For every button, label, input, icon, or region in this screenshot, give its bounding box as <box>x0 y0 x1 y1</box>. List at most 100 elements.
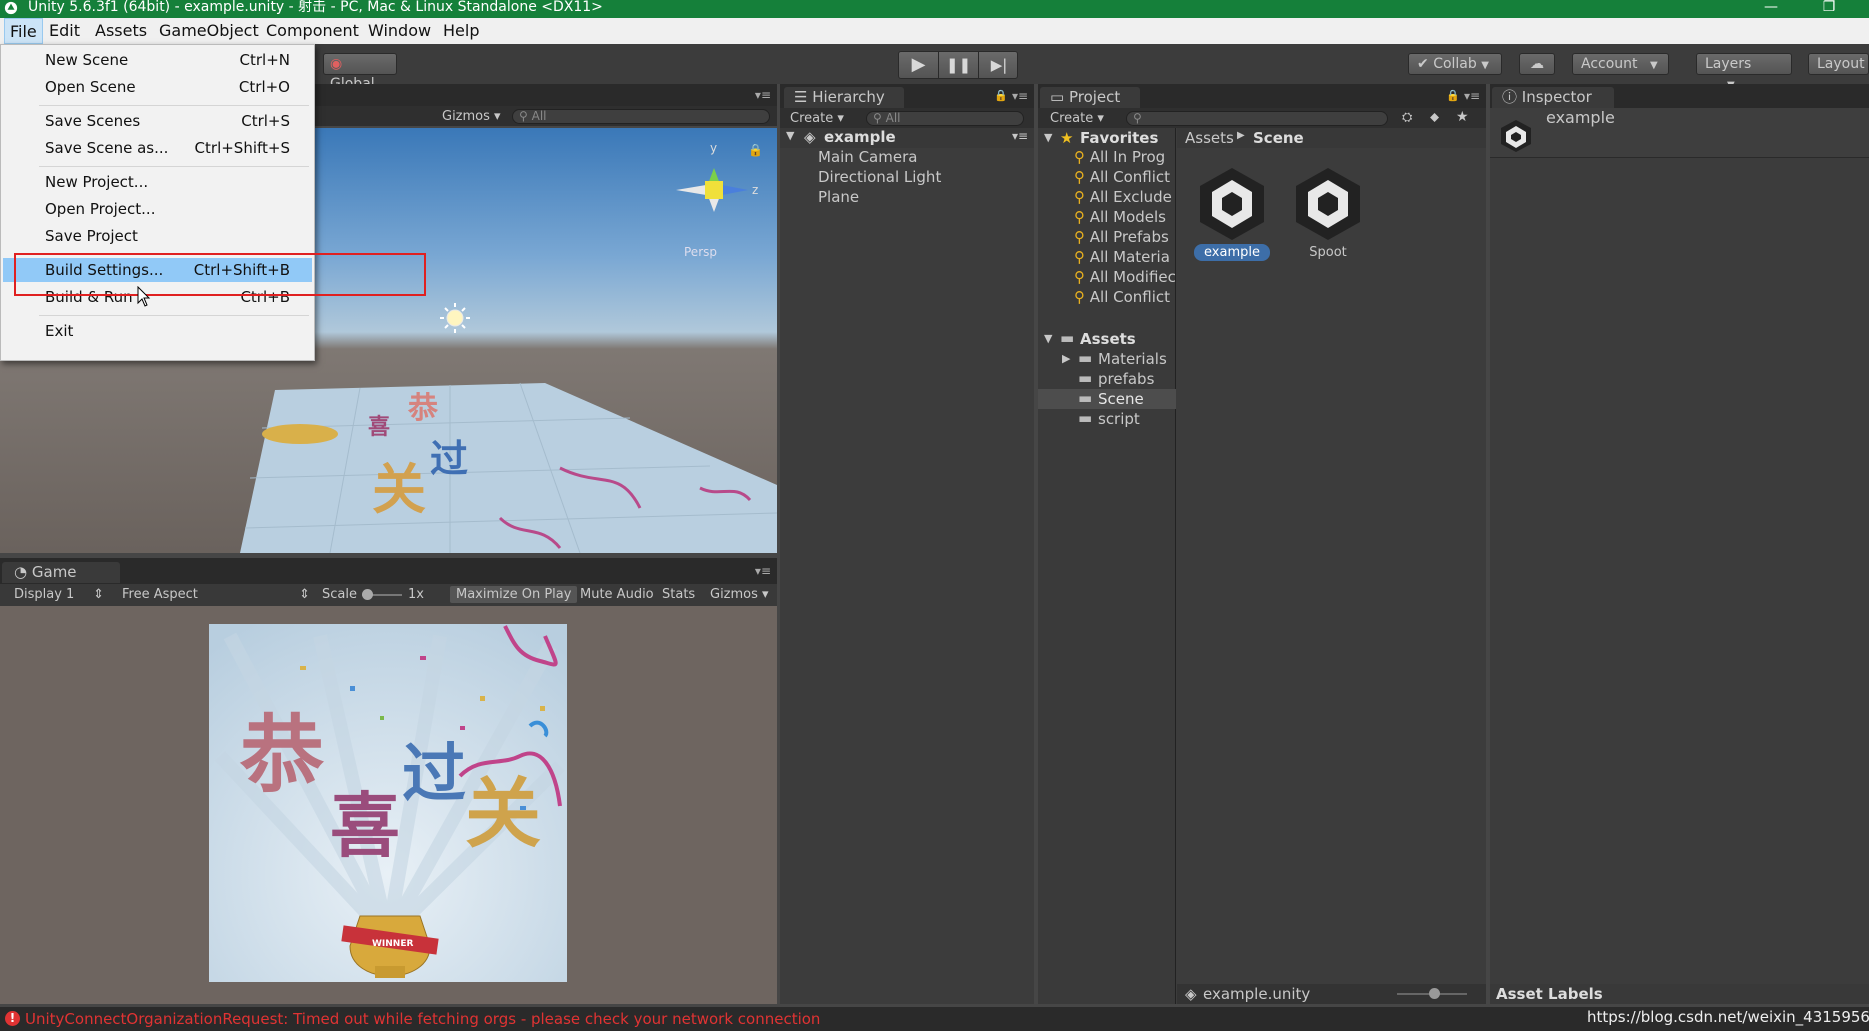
icon-size-slider-handle[interactable] <box>1429 988 1440 999</box>
stats-toggle[interactable]: Stats <box>656 586 701 603</box>
folder-prefabs[interactable]: prefabs <box>1098 370 1154 388</box>
asset-spoot[interactable]: Spoot <box>1286 162 1370 266</box>
scene-gizmos-dropdown[interactable]: Gizmos ▾ <box>436 108 507 125</box>
menu-assets[interactable]: Assets <box>90 18 152 44</box>
asset-labels-section: Asset Labels <box>1490 984 1869 1004</box>
folder-scene[interactable]: Scene <box>1098 390 1144 408</box>
menu-edit[interactable]: Edit <box>44 18 85 44</box>
filter-by-type-icon[interactable]: ⛭ <box>1402 110 1412 125</box>
breadcrumb-assets[interactable]: Assets <box>1185 129 1234 147</box>
favorite-item[interactable]: ⚲ All Modifiec <box>1074 268 1176 286</box>
error-icon: ! <box>5 1011 20 1026</box>
filter-by-label-icon[interactable]: ⬥ <box>1430 110 1439 125</box>
menu-file[interactable]: File <box>4 18 43 44</box>
tab-hierarchy[interactable]: ☰ Hierarchy <box>784 87 904 108</box>
scene-search-input[interactable]: ⚲ All <box>512 109 770 124</box>
menu-item-new-project[interactable]: New Project... <box>3 170 312 194</box>
hierarchy-scene-row[interactable]: ▼ ◈ example ▾≡ <box>780 128 1034 148</box>
favorite-item[interactable]: ⚲ All Conflict <box>1074 288 1170 306</box>
mute-audio-toggle[interactable]: Mute Audio <box>574 586 660 603</box>
favorite-item[interactable]: ⚲ All Exclude <box>1074 188 1172 206</box>
favorite-item[interactable]: ⚲ All Conflict <box>1074 168 1170 186</box>
folder-script[interactable]: script <box>1098 410 1140 428</box>
tab-project[interactable]: ▭ Project <box>1040 87 1140 108</box>
gizmo-z-label: z <box>752 183 758 197</box>
inspector-tab-label: Inspector <box>1521 88 1592 106</box>
pause-button[interactable]: ❚❚ <box>939 52 979 78</box>
menu-item-new-scene[interactable]: New Scene Ctrl+N <box>3 48 312 72</box>
panel-menu-icon[interactable]: ▾≡ <box>1464 89 1480 103</box>
menu-component[interactable]: Component <box>261 18 364 44</box>
tab-inspector[interactable]: ⓘ Inspector <box>1492 87 1614 108</box>
lock-icon[interactable]: 🔒 <box>748 143 763 157</box>
panel-menu-icon[interactable]: ▾≡ <box>1012 89 1028 103</box>
expand-arrow-icon[interactable]: ▼ <box>786 129 794 142</box>
menu-gameobject[interactable]: GameObject <box>154 18 264 44</box>
minimize-button[interactable]: — <box>1748 0 1794 16</box>
status-error-message: UnityConnectOrganizationRequest: Timed o… <box>25 1010 821 1028</box>
favorite-item[interactable]: ⚲ All Materia <box>1074 248 1170 266</box>
lock-icon[interactable]: 🔒 <box>1446 89 1460 102</box>
search-icon: ⚲ <box>1074 208 1085 226</box>
folder-materials[interactable]: Materials <box>1098 350 1167 368</box>
expand-arrow-icon[interactable]: ▼ <box>1044 332 1052 345</box>
project-search-input[interactable]: ⚲ <box>1126 111 1388 126</box>
hierarchy-search-input[interactable]: ⚲ All <box>866 111 1024 126</box>
maximize-button[interactable]: ❐ <box>1806 0 1852 16</box>
lock-icon[interactable]: 🔒 <box>994 89 1008 102</box>
game-render: 恭 喜 过 关 WINNER <box>209 624 567 982</box>
persp-label[interactable]: Persp <box>684 245 717 259</box>
layout-dropdown[interactable]: Layout <box>1808 53 1869 75</box>
game-gizmos-dropdown[interactable]: Gizmos ▾ <box>704 586 775 603</box>
display-dropdown[interactable]: Display 1 ⇕ <box>8 586 108 603</box>
maximize-on-play-toggle[interactable]: Maximize On Play <box>450 586 578 603</box>
shortcut: Ctrl+Shift+S <box>194 139 290 157</box>
breadcrumb-scene[interactable]: Scene <box>1253 129 1304 147</box>
assets-label[interactable]: Assets <box>1080 330 1136 348</box>
cloud-button[interactable]: ☁ <box>1519 53 1555 75</box>
aspect-dropdown[interactable]: Free Aspect ⇕ <box>116 586 314 603</box>
label: New Scene <box>45 51 129 69</box>
favorites-label[interactable]: Favorites <box>1080 129 1158 147</box>
info-icon: ⓘ <box>1502 88 1518 106</box>
layers-dropdown[interactable]: Layers ▼ <box>1696 53 1792 91</box>
menu-item-exit[interactable]: Exit <box>3 319 312 343</box>
game-viewport[interactable]: 恭 喜 过 关 WINNER <box>0 606 777 1004</box>
scene-menu-icon[interactable]: ▾≡ <box>1012 129 1028 143</box>
status-bar[interactable]: ! UnityConnectOrganizationRequest: Timed… <box>0 1007 1869 1031</box>
favorite-item[interactable]: ⚲ All Models <box>1074 208 1166 226</box>
panel-menu-icon[interactable]: ▾≡ <box>755 564 771 578</box>
pivot-rotation-toggle[interactable]: ◉ Global <box>323 53 397 92</box>
menu-item-save-scene-as[interactable]: Save Scene as... Ctrl+Shift+S <box>3 136 312 160</box>
menu-item-open-scene[interactable]: Open Scene Ctrl+O <box>3 75 312 99</box>
expand-arrow-icon[interactable]: ▼ <box>1044 131 1052 144</box>
scene-orientation-gizmo[interactable] <box>676 168 748 212</box>
menu-help[interactable]: Help <box>438 18 484 44</box>
hierarchy-item-plane[interactable]: Plane <box>818 188 859 206</box>
tab-game[interactable]: ◔ Game <box>2 562 120 583</box>
panel-menu-icon[interactable]: ▾≡ <box>755 88 771 102</box>
hierarchy-create-dropdown[interactable]: Create ▾ <box>784 110 850 127</box>
menu-window[interactable]: Window <box>363 18 436 44</box>
step-button[interactable]: ▶| <box>979 52 1019 78</box>
hierarchy-item-directional-light[interactable]: Directional Light <box>818 168 941 186</box>
collapse-arrow-icon[interactable]: ▶ <box>1062 352 1070 365</box>
favorite-item[interactable]: ⚲ All Prefabs <box>1074 228 1169 246</box>
hierarchy-item-main-camera[interactable]: Main Camera <box>818 148 917 166</box>
menu-item-save-scenes[interactable]: Save Scenes Ctrl+S <box>3 109 312 133</box>
star-icon[interactable]: ★ <box>1456 109 1469 125</box>
play-button[interactable]: ▶ <box>899 52 939 78</box>
project-create-dropdown[interactable]: Create ▾ <box>1044 110 1110 127</box>
folder-icon: ▬ <box>1078 369 1093 387</box>
collab-button[interactable]: ✔ Collab ▼ <box>1408 53 1502 75</box>
favorite-item[interactable]: ⚲ All In Prog <box>1074 148 1165 166</box>
cloud-icon: ☁ <box>1530 56 1544 72</box>
asset-example[interactable]: example <box>1190 162 1274 266</box>
menu-item-open-project[interactable]: Open Project... <box>3 197 312 221</box>
account-dropdown[interactable]: Account ▼ <box>1572 53 1669 75</box>
menu-item-save-project[interactable]: Save Project <box>3 224 312 248</box>
scale-slider-handle[interactable] <box>362 589 373 600</box>
favorites-list: ⚲ All In Prog ⚲ All Conflict ⚲ All Exclu… <box>1074 148 1176 318</box>
search-icon: ⚲ <box>1074 168 1085 186</box>
folder-icon: ▬ <box>1078 349 1093 367</box>
